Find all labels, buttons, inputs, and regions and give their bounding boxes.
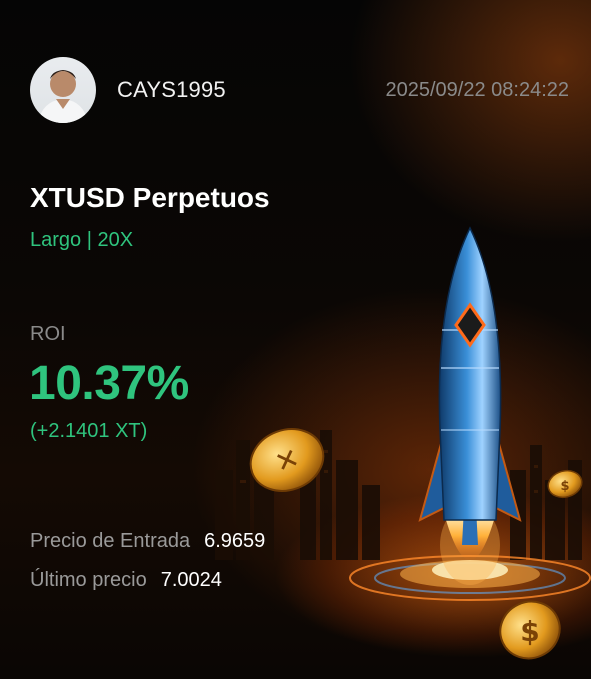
header: CAYS1995 2025/09/22 08:24:22 <box>30 56 569 124</box>
timestamp: 2025/09/22 08:24:22 <box>385 78 569 101</box>
last-price-value: 7.0024 <box>160 569 222 591</box>
roi-value: 10.37% <box>29 357 189 410</box>
last-price-label: Último precio <box>30 569 147 591</box>
username: CAYS1995 <box>117 77 226 102</box>
last-price-row: Último precio 7.0024 <box>30 569 222 592</box>
trading-pair: XTUSD Perpetuos <box>30 182 270 213</box>
entry-price-label: Precio de Entrada <box>30 530 191 552</box>
pnl-amount: (+2.1401 XT) <box>30 420 148 442</box>
position-side-leverage: Largo | 20X <box>30 229 134 251</box>
roi-label: ROI <box>30 323 66 345</box>
share-card: ✕ $ $ CAYS1995 2025/09/22 08:24:22 XTUSD… <box>0 0 591 679</box>
avatar[interactable] <box>30 57 96 123</box>
entry-price-row: Precio de Entrada 6.9659 <box>30 530 265 553</box>
entry-price-value: 6.9659 <box>204 530 266 552</box>
